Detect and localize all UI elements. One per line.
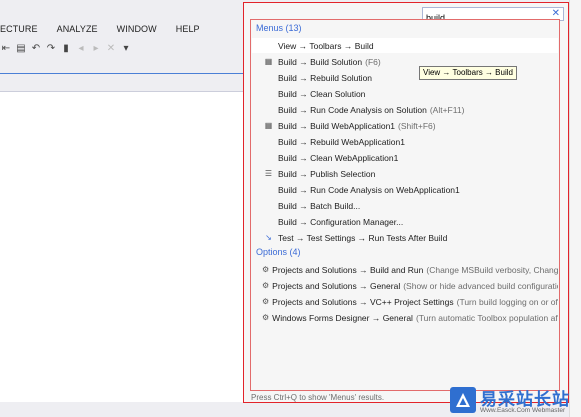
result-item[interactable]: Build → Clean Solution <box>252 86 558 101</box>
result-item[interactable]: ⚙ Projects and Solutions → Build and Run… <box>252 262 558 277</box>
result-item[interactable]: Build → Rebuild WebApplication1 <box>252 134 558 149</box>
result-item[interactable]: View → Toolbars → Build <box>252 38 558 53</box>
gear-icon: ⚙ <box>262 297 270 306</box>
menus-header: Menus (13) <box>256 23 302 33</box>
watermark-sub: Www.Easck.Com Webmaster <box>480 407 566 414</box>
active-tab-line <box>0 73 245 74</box>
options-header: Options (4) <box>256 247 301 257</box>
result-item[interactable]: Build → Batch Build... <box>252 198 558 213</box>
overflow-icon[interactable]: ▾ <box>120 42 132 54</box>
outdent-icon[interactable]: ▤ <box>15 42 27 54</box>
watermark-logo-icon <box>450 387 476 413</box>
result-item[interactable]: ↘ Test → Test Settings → Run Tests After… <box>252 230 558 245</box>
right-scroll-edge <box>569 0 581 417</box>
bookmark-prev-icon[interactable]: ◂ <box>75 42 87 54</box>
menu-bar: ECTURE ANALYZE WINDOW HELP <box>0 20 219 38</box>
watermark: 易采站长站 Www.Easck.Com Webmaster <box>450 385 580 417</box>
result-item[interactable]: ⚙ Projects and Solutions → VC++ Project … <box>252 294 558 309</box>
gear-icon: ⚙ <box>262 281 270 290</box>
result-item[interactable]: ☰ Build → Publish Selection <box>252 166 558 181</box>
menu-analyze[interactable]: ANALYZE <box>57 24 98 34</box>
menu-help[interactable]: HELP <box>176 24 200 34</box>
menu-window[interactable]: WINDOW <box>117 24 157 34</box>
bookmark-icon[interactable]: ▮ <box>60 42 72 54</box>
test-settings-icon: ↘ <box>265 233 272 242</box>
toolbar: ⇤ ▤ ↶ ↷ ▮ ◂ ▸ ✕ ▾ <box>0 40 135 56</box>
tooltip: View → Toolbars → Build <box>419 66 517 80</box>
footer-hint: Press Ctrl+Q to show 'Menus' results. <box>251 393 385 402</box>
result-item[interactable]: Build → Run Code Analysis on WebApplicat… <box>252 182 558 197</box>
undo-icon[interactable]: ↶ <box>30 42 42 54</box>
build-project-icon: ▦ <box>264 121 273 130</box>
quick-launch-popup: ✕ Menus (13) View → Toolbars → Build ▦ B… <box>243 2 569 403</box>
indent-icon[interactable]: ⇤ <box>0 42 12 54</box>
publish-icon: ☰ <box>264 169 273 178</box>
bookmark-next-icon[interactable]: ▸ <box>90 42 102 54</box>
gear-icon: ⚙ <box>262 313 270 322</box>
result-item[interactable]: Build → Configuration Manager... <box>252 214 558 229</box>
build-solution-icon: ▦ <box>264 57 273 66</box>
result-item[interactable]: ▦ Build → Build WebApplication1 (Shift+F… <box>252 118 558 133</box>
result-item[interactable]: Build → Clean WebApplication1 <box>252 150 558 165</box>
editor-area[interactable] <box>0 91 245 402</box>
result-item[interactable]: ⚙ Projects and Solutions → General (Show… <box>252 278 558 293</box>
result-item[interactable]: Build → Run Code Analysis on Solution (A… <box>252 102 558 117</box>
gear-icon: ⚙ <box>262 265 270 274</box>
menu-architecture[interactable]: ECTURE <box>0 24 38 34</box>
redo-icon[interactable]: ↷ <box>45 42 57 54</box>
result-item[interactable]: ⚙ Windows Forms Designer → General (Turn… <box>252 310 558 325</box>
bookmark-clear-icon[interactable]: ✕ <box>105 42 117 54</box>
